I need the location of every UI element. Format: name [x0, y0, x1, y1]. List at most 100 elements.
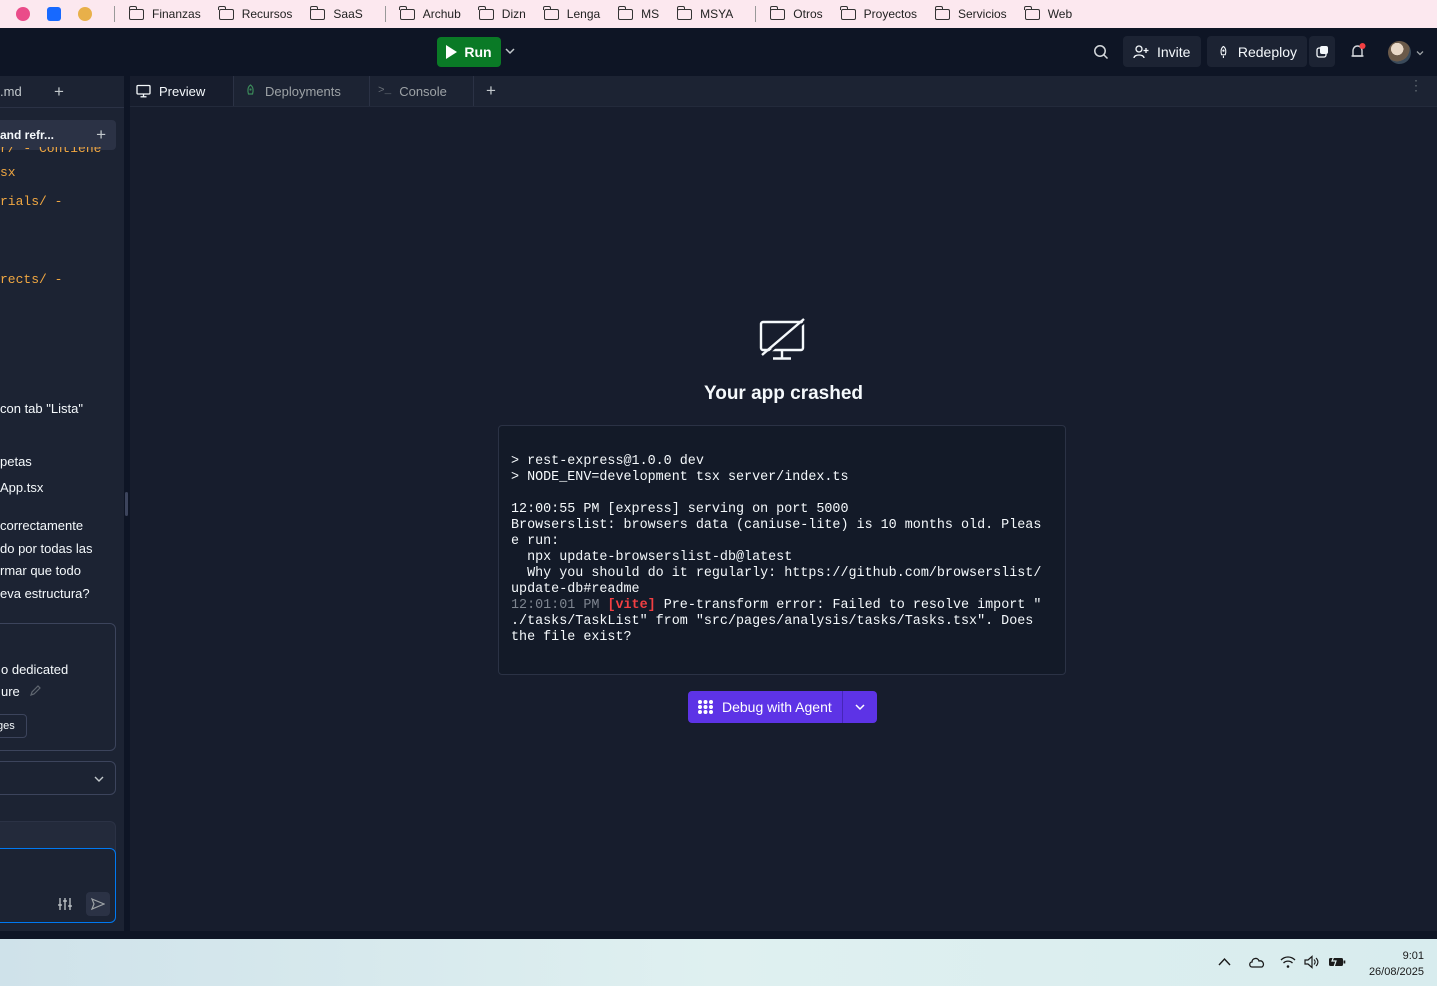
bookmark-folder-saas[interactable]: SaaS — [309, 5, 363, 21]
folder-icon — [934, 5, 950, 20]
wifi-icon[interactable] — [1280, 955, 1296, 969]
tab-bar: Preview Deployments >_ Console + ⋮ — [130, 76, 1437, 107]
bookmark-label: Web — [1047, 7, 1073, 21]
redeploy-label: Redeploy — [1237, 43, 1297, 60]
chevron-down-icon[interactable] — [1415, 48, 1425, 58]
dribbble-icon[interactable] — [16, 7, 30, 21]
bookmark-separator — [755, 6, 757, 22]
panel-resize-handle[interactable] — [125, 492, 128, 516]
taskbar: 9:01 26/08/2025 — [0, 939, 1437, 986]
message-line: rects/ - — [0, 272, 63, 287]
collapsed-section[interactable] — [0, 761, 116, 795]
chevron-down-icon[interactable] — [504, 45, 516, 57]
preview-pane: Preview Deployments >_ Console + ⋮ Your … — [130, 76, 1437, 931]
bookmark-folder-recursos[interactable]: Recursos — [218, 5, 292, 21]
tab-deployments[interactable]: Deployments — [234, 76, 370, 106]
log-message: Pre-transform error: Failed to resolve i… — [655, 598, 1042, 613]
battery-icon[interactable] — [1328, 956, 1346, 968]
log-line-blank — [511, 486, 1053, 502]
add-tab-icon[interactable]: + — [474, 76, 496, 106]
log-tag: [vite] — [607, 598, 656, 613]
log-line: e run: — [511, 534, 560, 549]
log-line: > NODE_ENV=development tsx server/index.… — [511, 470, 849, 485]
changes-chip[interactable]: ges — [0, 714, 27, 738]
clock-time: 9:01 — [1402, 950, 1424, 962]
tab-label: Preview — [159, 83, 206, 99]
add-user-icon — [1133, 44, 1149, 58]
bookmark-folder-otros[interactable]: Otros — [769, 5, 823, 21]
invite-button[interactable]: Invite — [1123, 36, 1201, 67]
tab-label: Deployments — [265, 83, 341, 99]
bookmark-separator — [114, 6, 115, 22]
bookmark-folder-dizn[interactable]: Dizn — [478, 5, 526, 21]
new-chat-icon[interactable]: + — [96, 125, 106, 145]
log-line: > rest-express@1.0.0 dev — [511, 454, 704, 469]
log-timestamp: 12:01:01 PM — [511, 598, 600, 613]
bookmark-folder-servicios[interactable]: Servicios — [934, 5, 1007, 21]
crash-log: > rest-express@1.0.0 dev > NODE_ENV=deve… — [498, 425, 1066, 675]
bookmark-folder-web[interactable]: Web — [1024, 5, 1073, 21]
folder-icon — [617, 5, 634, 20]
log-line: 12:00:55 PM [express] serving on port 50… — [511, 502, 849, 517]
chevron-up-icon[interactable] — [1218, 957, 1231, 967]
folder-icon — [1024, 5, 1040, 20]
tab-readme[interactable]: .md — [0, 84, 44, 99]
bookmark-folder-lenga[interactable]: Lenga — [543, 5, 600, 21]
message-line: App.tsx — [0, 480, 44, 495]
bowl-icon[interactable] — [78, 7, 92, 21]
search-icon[interactable] — [1093, 44, 1109, 60]
chevron-down-icon — [94, 776, 104, 782]
clock-date: 26/08/2025 — [1368, 966, 1424, 978]
send-button[interactable] — [86, 892, 110, 916]
rocket-icon — [1220, 45, 1227, 58]
avatar[interactable] — [1388, 41, 1411, 64]
redeploy-button[interactable]: Redeploy — [1207, 36, 1307, 67]
cloud-icon[interactable] — [1248, 956, 1266, 968]
tab-preview[interactable]: Preview — [130, 76, 234, 106]
rocket-icon — [247, 84, 254, 95]
bookmark-folder-msya[interactable]: MSYA — [676, 5, 733, 21]
bookmark-label: MS — [641, 7, 660, 21]
message-line: sx — [0, 165, 16, 180]
more-options-icon[interactable]: ⋮ — [1409, 78, 1423, 92]
bookmark-label: Otros — [793, 7, 823, 21]
bookmark-folder-proyectos[interactable]: Proyectos — [840, 5, 917, 21]
message-line: petas — [0, 454, 32, 469]
system-clock[interactable]: 9:01 26/08/2025 — [1369, 948, 1424, 980]
debug-main-action[interactable]: Debug with Agent — [688, 691, 843, 723]
bookmark-label: Archub — [422, 7, 461, 21]
behance-icon[interactable] — [47, 7, 61, 21]
run-button[interactable]: Run — [437, 37, 501, 67]
add-tab-icon[interactable]: + — [54, 82, 64, 102]
log-line: the file exist? — [511, 630, 632, 645]
folder-icon — [840, 5, 856, 20]
invite-label: Invite — [1157, 43, 1191, 60]
debug-options-button[interactable] — [843, 701, 877, 713]
bookmark-folder-ms[interactable]: MS — [617, 5, 660, 21]
chat-input[interactable] — [0, 848, 116, 923]
bookmark-label: SaaS — [333, 7, 363, 21]
sliders-icon[interactable] — [57, 896, 73, 912]
folder-icon — [543, 5, 559, 20]
run-label: Run — [464, 44, 492, 60]
bookmark-folder-archub[interactable]: Archub — [399, 5, 461, 21]
send-icon — [91, 897, 105, 911]
bell-icon[interactable] — [1349, 43, 1367, 61]
agent-panel: .md + and refr... + r/ - Contiene sx ria… — [0, 76, 124, 931]
monitor-icon — [136, 84, 151, 98]
bookmarks-bar: Finanzas Recursos SaaS Archub Dizn Lenga… — [0, 0, 1437, 28]
bookmark-label: Servicios — [958, 7, 1007, 21]
volume-icon[interactable] — [1304, 955, 1319, 969]
log-line: Browserslist: browsers data (caniuse-lit… — [511, 518, 1042, 533]
crash-title: Your app crashed — [703, 383, 864, 404]
debug-with-agent-button[interactable]: Debug with Agent — [688, 691, 877, 723]
crashed-monitor-icon — [759, 318, 806, 360]
bookmark-label: Proyectos — [863, 7, 917, 21]
tab-label: Console — [399, 83, 447, 99]
chat-title[interactable]: and refr... + — [0, 120, 116, 150]
edit-icon[interactable] — [29, 684, 42, 697]
bookmark-folder-finanzas[interactable]: Finanzas — [128, 5, 201, 21]
tab-console[interactable]: >_ Console — [370, 76, 474, 106]
redeploy-status-button[interactable] — [1309, 36, 1335, 67]
chip-label: ges — [0, 720, 15, 732]
